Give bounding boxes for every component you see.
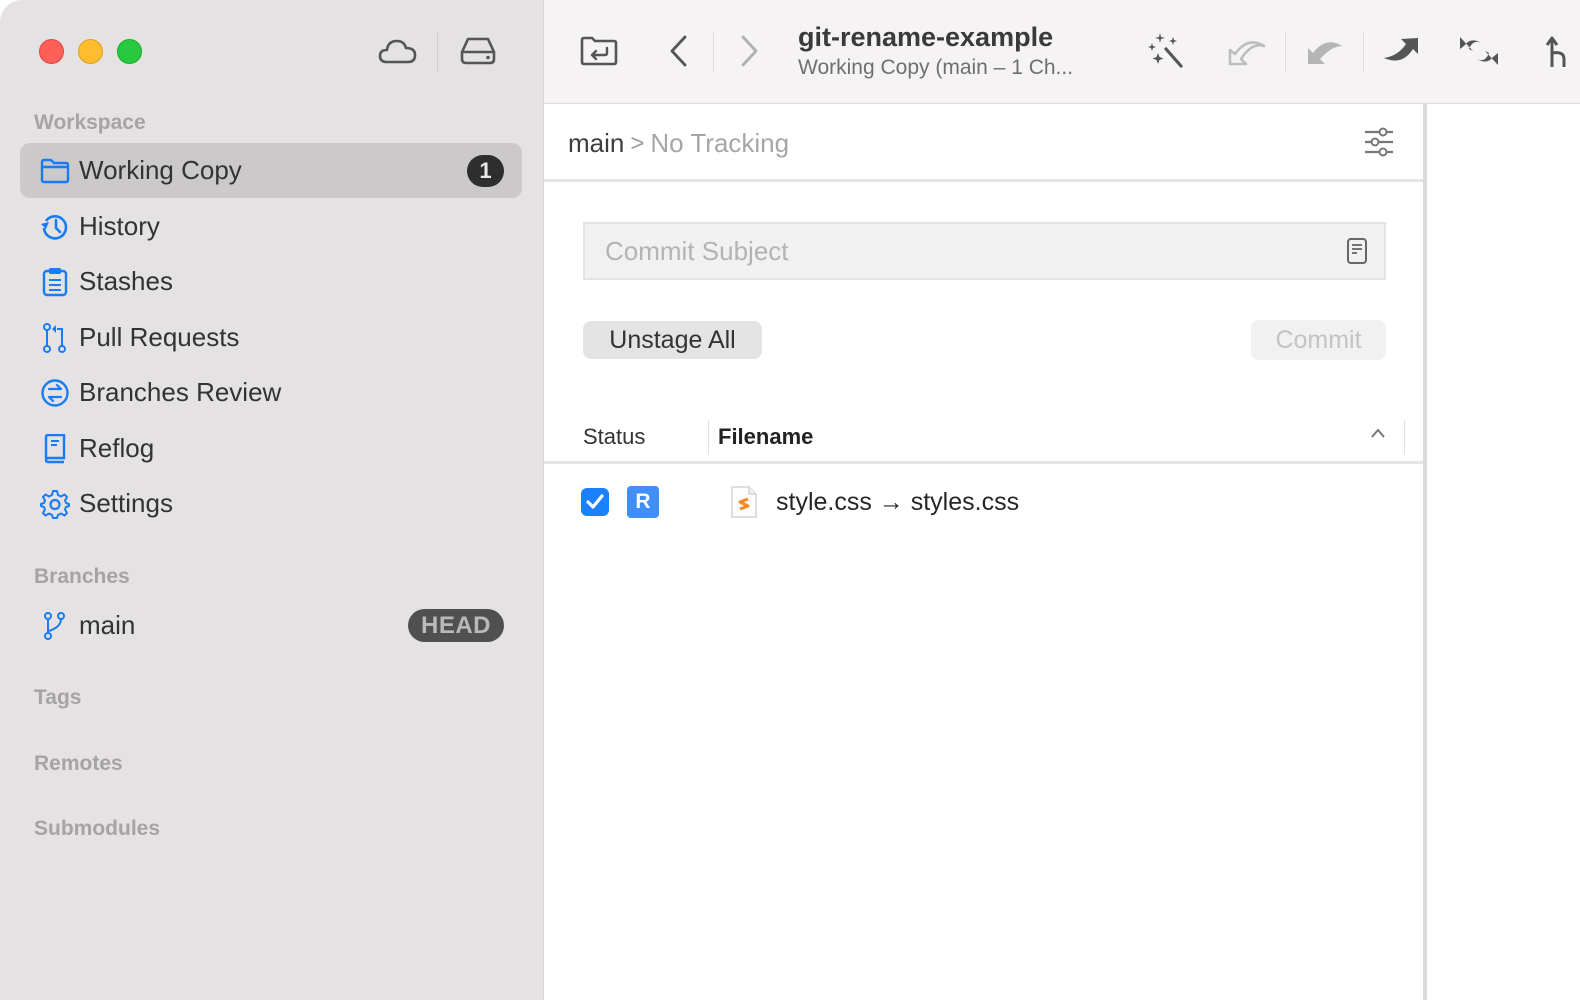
- column-separator[interactable]: [708, 420, 709, 454]
- file-row[interactable]: R style.css → styles.css: [544, 474, 1423, 530]
- unstage-all-button[interactable]: Unstage All: [583, 321, 762, 359]
- toolbar-separator: [713, 32, 714, 72]
- sidebar-item-stashes[interactable]: Stashes: [20, 254, 522, 309]
- undo-outline-button[interactable]: [1222, 28, 1272, 74]
- document-icon: [1347, 238, 1367, 264]
- checkmark-icon: [586, 494, 604, 509]
- commit-button[interactable]: Commit: [1251, 320, 1386, 360]
- section-remotes[interactable]: Remotes: [34, 752, 123, 776]
- detail-pane: [1427, 104, 1580, 1000]
- head-badge: HEAD: [407, 609, 504, 642]
- branch-item-main[interactable]: main HEAD: [20, 598, 522, 653]
- section-tags[interactable]: Tags: [34, 686, 81, 710]
- sort-ascending-icon[interactable]: [1370, 426, 1386, 444]
- pull-request-icon: [39, 322, 71, 354]
- css-file-icon: [730, 485, 758, 524]
- undo-outline-icon: [1228, 41, 1266, 66]
- undo-button[interactable]: [1300, 28, 1350, 74]
- sidebar-item-reflog[interactable]: Reflog: [20, 421, 522, 476]
- sidebar-item-working-copy[interactable]: Working Copy 1: [20, 143, 522, 198]
- folder-return-icon: [580, 36, 618, 66]
- drive-icon: [460, 37, 496, 65]
- toolbar: git-rename-example Working Copy (main – …: [544, 0, 1580, 104]
- cloud-icon: [378, 39, 417, 64]
- column-separator[interactable]: [1404, 420, 1405, 454]
- folder-icon: [39, 155, 71, 187]
- change-count-badge: 1: [467, 155, 504, 187]
- gear-icon: [39, 488, 71, 520]
- branches-review-icon: [39, 377, 71, 409]
- toolbar-separator: [1285, 32, 1286, 72]
- sidebar-item-label: Reflog: [79, 433, 155, 463]
- magic-button[interactable]: [1141, 28, 1191, 74]
- undo-fill-icon: [1308, 42, 1342, 64]
- breadcrumb-branch[interactable]: main: [568, 128, 624, 159]
- minimize-window-button[interactable]: [78, 39, 103, 64]
- sliders-icon: [1365, 127, 1393, 157]
- sidebar-item-label: Pull Requests: [79, 322, 240, 352]
- breadcrumb: main > No Tracking: [568, 128, 789, 159]
- open-repository-button[interactable]: [574, 28, 624, 74]
- push-icon: [1384, 38, 1418, 61]
- zoom-window-button[interactable]: [117, 39, 142, 64]
- column-header-filename[interactable]: Filename: [718, 424, 813, 450]
- status-badge-renamed: R: [627, 486, 659, 518]
- filter-options-button[interactable]: [1361, 124, 1397, 160]
- branch-icon: [39, 610, 71, 642]
- working-copy-panel: main > No Tracking Unstage All Commit St…: [544, 104, 1427, 1000]
- branch-up-button[interactable]: [1534, 28, 1580, 74]
- chevron-right-icon: >: [630, 129, 645, 157]
- close-window-button[interactable]: [39, 39, 64, 64]
- sidebar-item-label: Working Copy: [79, 155, 242, 185]
- window-controls: [39, 39, 142, 64]
- sidebar-item-label: History: [79, 211, 160, 241]
- sync-button[interactable]: [1454, 28, 1504, 74]
- commit-subject-field[interactable]: [583, 222, 1386, 280]
- magic-wand-icon: [1148, 33, 1183, 68]
- book-icon: [39, 433, 71, 465]
- drive-button[interactable]: [456, 30, 500, 72]
- branch-up-icon: [1545, 36, 1566, 67]
- sidebar-item-label: Stashes: [79, 266, 173, 296]
- sidebar-item-label: Branches Review: [79, 377, 282, 407]
- section-branches[interactable]: Branches: [34, 565, 130, 589]
- back-icon: [670, 35, 687, 67]
- file-name: style.css → styles.css: [776, 488, 1020, 516]
- sidebar-item-branches-review[interactable]: Branches Review: [20, 365, 522, 420]
- commit-message-editor-button[interactable]: [1346, 237, 1368, 270]
- toolbar-separator: [437, 32, 438, 72]
- commit-subject-input[interactable]: [605, 235, 1305, 267]
- history-icon: [39, 211, 71, 243]
- repository-subtitle: Working Copy (main – 1 Ch...: [798, 56, 1074, 79]
- sidebar: Workspace Working Copy 1 History Stashes…: [0, 0, 544, 1000]
- file-list-header: Status Filename: [544, 414, 1423, 464]
- forward-icon: [741, 35, 758, 67]
- sidebar-item-settings[interactable]: Settings: [20, 476, 522, 531]
- cloud-button[interactable]: [376, 30, 420, 72]
- branch-name: main: [79, 610, 136, 640]
- repository-title: git-rename-example: [798, 22, 1054, 52]
- branch-bar: main > No Tracking: [544, 104, 1423, 182]
- sidebar-item-history[interactable]: History: [20, 199, 522, 254]
- toolbar-separator: [1363, 32, 1364, 72]
- forward-button[interactable]: [724, 28, 774, 74]
- push-button[interactable]: [1376, 28, 1426, 74]
- breadcrumb-tracking[interactable]: No Tracking: [650, 128, 789, 159]
- section-submodules[interactable]: Submodules: [34, 817, 160, 841]
- clipboard-icon: [39, 266, 71, 298]
- sidebar-item-label: Settings: [79, 488, 173, 518]
- back-button[interactable]: [654, 28, 704, 74]
- column-header-status[interactable]: Status: [583, 424, 645, 450]
- sidebar-item-pull-requests[interactable]: Pull Requests: [20, 310, 522, 365]
- stage-checkbox[interactable]: [581, 488, 609, 516]
- section-workspace: Workspace: [34, 111, 146, 134]
- sync-icon: [1460, 37, 1498, 65]
